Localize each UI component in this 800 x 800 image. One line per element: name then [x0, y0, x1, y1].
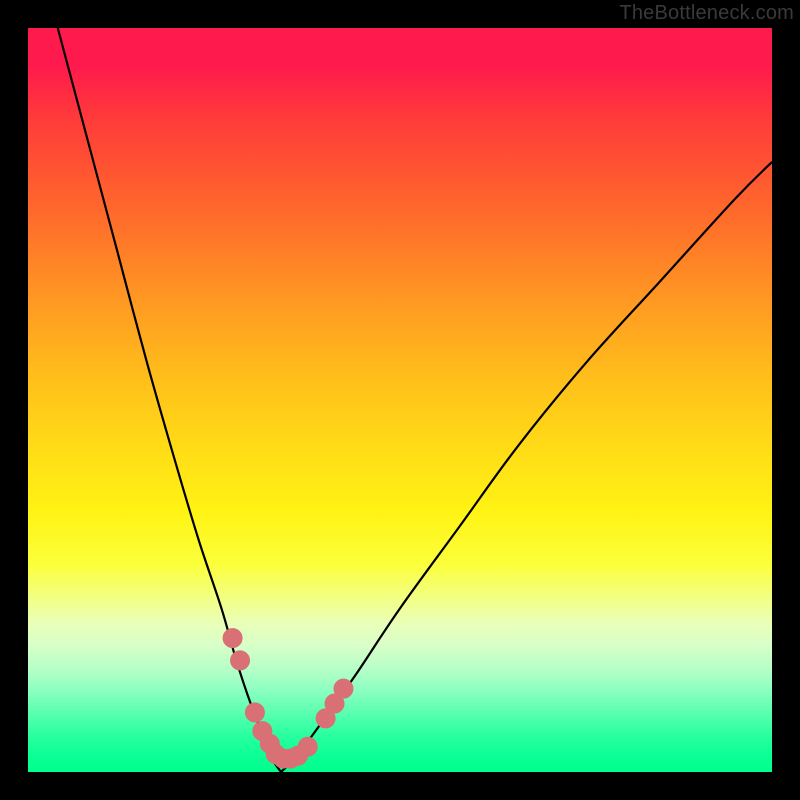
watermark-text: TheBottleneck.com: [619, 2, 794, 25]
curve-markers: [223, 629, 353, 769]
curve-marker: [245, 703, 264, 722]
chart-frame: TheBottleneck.com: [0, 0, 800, 800]
curve-right-branch: [281, 162, 772, 772]
curve-layer: [28, 28, 772, 772]
curve-marker: [334, 679, 353, 698]
curve-marker: [231, 651, 250, 670]
plot-area: [28, 28, 772, 772]
curve-marker: [223, 629, 242, 648]
curve-marker: [298, 737, 317, 756]
